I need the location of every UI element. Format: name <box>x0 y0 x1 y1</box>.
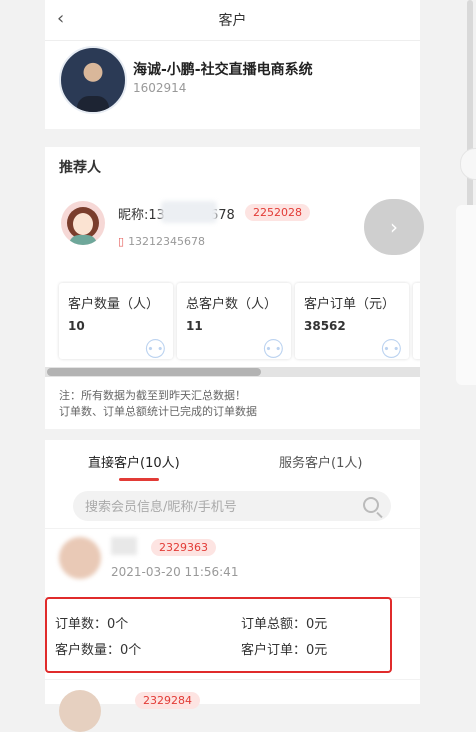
scrollbar-thumb[interactable] <box>47 368 261 376</box>
order-count: 订单数：0个 <box>55 617 129 632</box>
stat-label: 总客户数（人） <box>186 297 278 312</box>
stat-label: 客户订单（元） <box>304 297 396 312</box>
nickname-prefix: 昵称:13 <box>118 208 165 223</box>
customer-tabs: 直接客户(10人) 服务客户(1人) <box>45 440 420 488</box>
stats-carousel[interactable]: 客户数量（人） 10 ⚇ 总客户数（人） 11 ⚇ 客户订单（元） 38562 … <box>45 281 420 363</box>
stat-label: 客户数量（人） <box>68 297 160 312</box>
referrer-section: 推荐人 昵称:13 678 2252028 ▯ 13212345678 › 客户数量… <box>45 147 424 429</box>
referrer-phone: ▯ 13212345678 <box>118 235 205 248</box>
users-icon: ⚇ <box>261 335 285 359</box>
referrer-code-badge: 2252028 <box>245 204 310 221</box>
side-handle[interactable] <box>460 148 476 180</box>
stat-value: 10 <box>68 319 85 333</box>
list-item[interactable]: 2329363 2021-03-20 11:56:41 订单数：0个 订单总额：… <box>45 529 420 679</box>
vertical-scrollbar[interactable] <box>467 0 473 240</box>
customer-orders: 客户订单：0元 <box>241 643 328 658</box>
search-input[interactable] <box>83 491 357 523</box>
phone-icon: ▯ <box>118 235 125 248</box>
page-title: 客户 <box>218 13 247 29</box>
customer-code-badge: 2329363 <box>151 539 216 556</box>
users-icon: ⚇ <box>143 335 167 359</box>
redacted-blur <box>111 537 137 555</box>
horizontal-scrollbar[interactable] <box>45 367 420 377</box>
data-note: 注：所有数据为截至到昨天汇总数据！ 订单数、订单总额统计已完成的订单数据 <box>59 388 257 420</box>
store-profile: 海诚-小鹏-社交直播电商系统 1602914 <box>45 41 420 129</box>
store-id: 1602914 <box>133 81 187 95</box>
section-title: 推荐人 <box>59 160 101 176</box>
note-line: 订单数、订单总额统计已完成的订单数据 <box>59 405 257 418</box>
referrer-avatar <box>61 201 105 245</box>
search-bar <box>45 488 420 528</box>
avatar <box>59 537 101 579</box>
stat-card-total-customers: 总客户数（人） 11 ⚇ <box>177 283 291 359</box>
redacted-blur <box>161 201 217 223</box>
phone-number: 13212345678 <box>128 235 206 248</box>
side-panel-edge <box>456 205 476 385</box>
nav-bar: ‹ 客户 <box>45 0 420 41</box>
stat-card-customer-count: 客户数量（人） 10 ⚇ <box>59 283 173 359</box>
tab-direct-customers[interactable]: 直接客户(10人) <box>88 452 180 471</box>
chevron-right-icon: › <box>390 215 398 239</box>
list-item[interactable]: 2329284 <box>45 680 420 732</box>
stat-card-customer-orders: 客户订单（元） 38562 ⚇ <box>295 283 409 359</box>
stat-card-partial <box>413 283 420 359</box>
stat-value: 11 <box>186 319 203 333</box>
avatar <box>59 690 101 732</box>
tab-service-customers[interactable]: 服务客户(1人) <box>279 452 362 471</box>
note-line: 注：所有数据为截至到昨天汇总数据！ <box>59 389 246 402</box>
search-icon[interactable] <box>363 497 379 513</box>
stat-value: 38562 <box>304 319 346 333</box>
active-tab-indicator <box>119 478 159 481</box>
order-total: 订单总额：0元 <box>241 617 328 632</box>
store-name: 海诚-小鹏-社交直播电商系统 <box>133 62 313 78</box>
users-icon: ⚇ <box>379 335 403 359</box>
customer-code-badge: 2329284 <box>135 692 200 709</box>
join-time: 2021-03-20 11:56:41 <box>111 565 239 579</box>
referrer-detail-button[interactable]: › <box>364 199 424 255</box>
avatar <box>59 46 127 114</box>
customer-count: 客户数量：0个 <box>55 643 142 658</box>
search-box <box>73 491 391 523</box>
highlight-box <box>45 597 392 673</box>
